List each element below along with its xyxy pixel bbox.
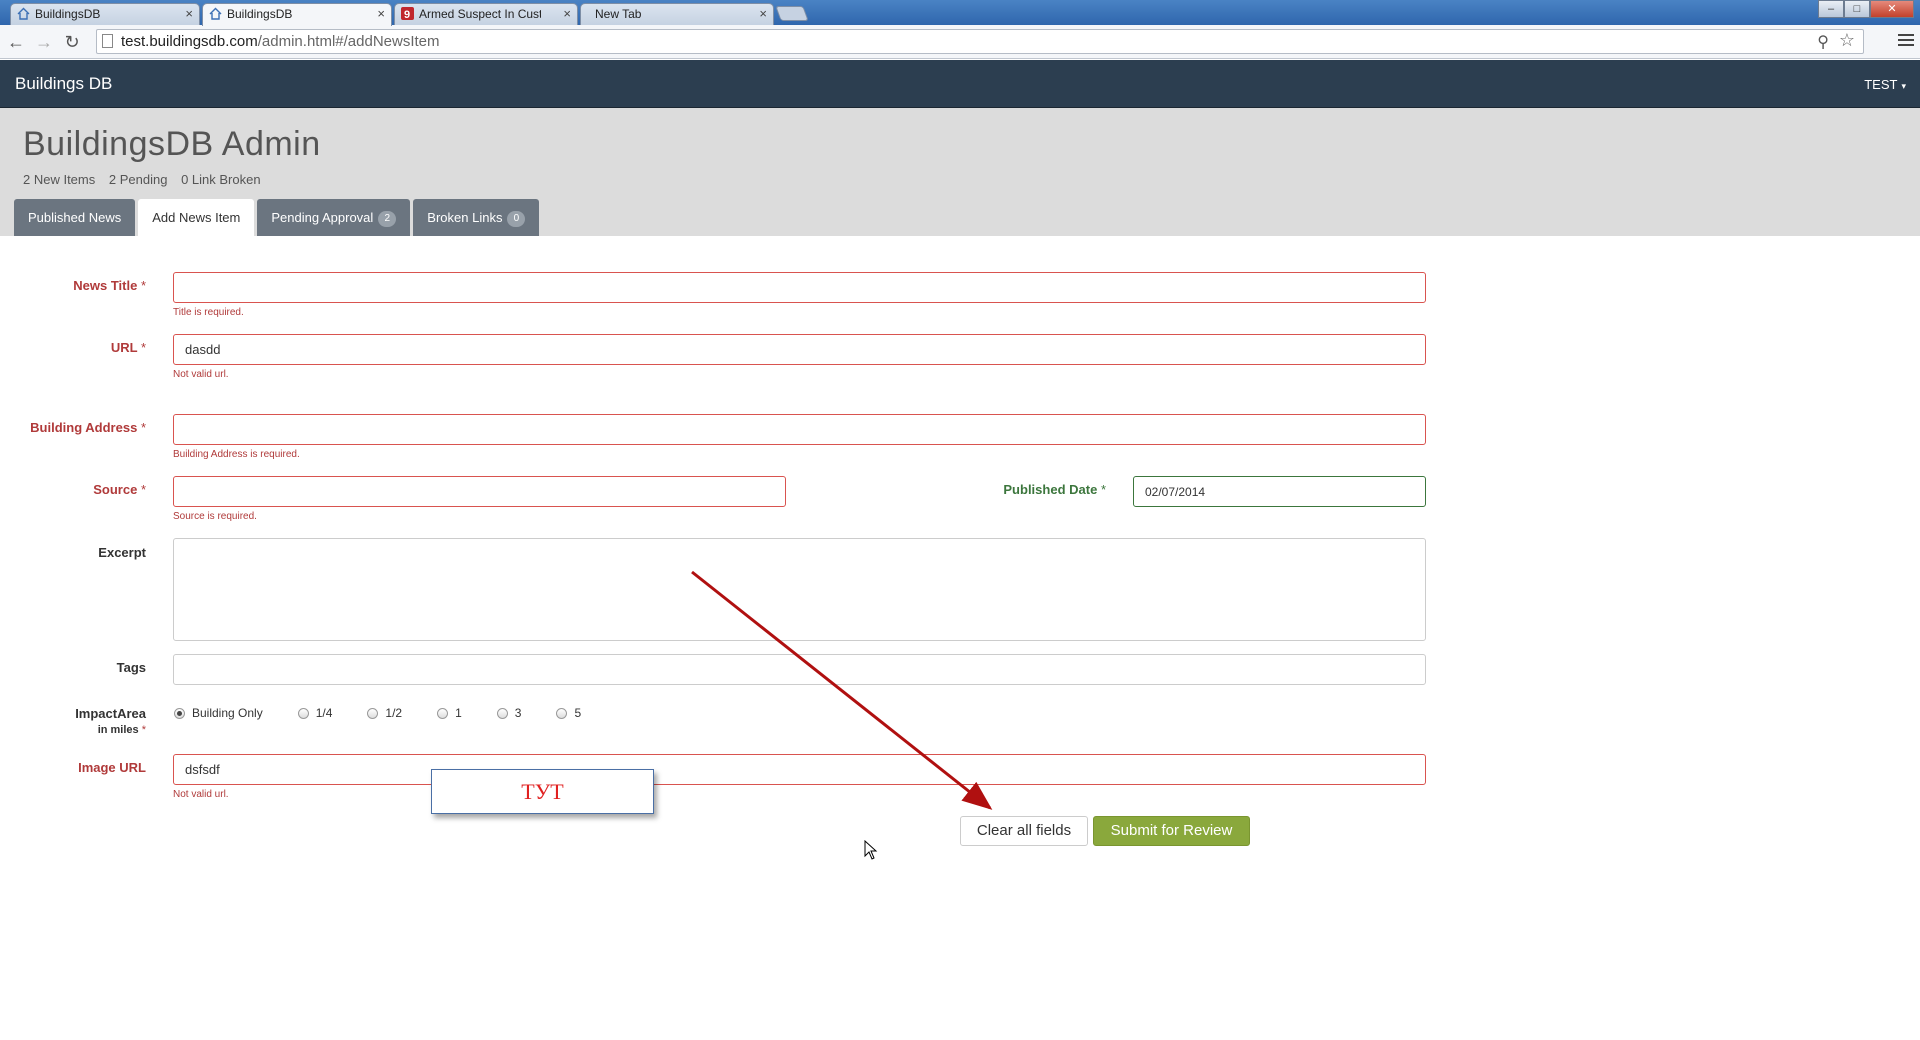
stats-bar: 2 New Items 2 Pending 0 Link Broken [23, 172, 271, 187]
news-title-error: Title is required. [173, 307, 244, 318]
browser-tab-3[interactable]: 9 Armed Suspect In Custody × [394, 3, 578, 25]
building-address-label: Building Address * [30, 420, 146, 435]
page-header: BuildingsDB Admin 2 New Items 2 Pending … [0, 108, 1920, 236]
browser-tab-2[interactable]: BuildingsDB × [202, 3, 392, 26]
reload-icon[interactable]: ↻ [62, 32, 82, 52]
window-controls: – □ ✕ [1818, 0, 1914, 18]
star-icon[interactable]: ☆ [1839, 30, 1855, 51]
radio-one-mile[interactable]: 1 [437, 706, 462, 720]
brand-link[interactable]: Buildings DB [15, 74, 112, 94]
minimize-button[interactable]: – [1818, 0, 1844, 18]
radio-icon [556, 707, 568, 719]
browser-tab-title: Armed Suspect In Custody [419, 7, 541, 21]
new-tab-button[interactable] [775, 6, 809, 21]
close-icon[interactable]: × [185, 4, 193, 24]
submit-for-review-button[interactable]: Submit for Review [1093, 816, 1250, 846]
radio-icon [437, 707, 449, 719]
browser-toolbar: ← → ↻ test.buildingsdb.com/admin.html#/a… [0, 25, 1920, 59]
news-site-icon: 9 [401, 7, 414, 20]
browser-tab-title: BuildingsDB [35, 7, 101, 21]
page-icon [102, 34, 113, 48]
annotation-callout: ТУТ [431, 769, 654, 814]
impact-area-label: ImpactArea in miles * [0, 706, 146, 736]
url-label: URL * [110, 340, 146, 355]
address-bar[interactable]: test.buildingsdb.com/admin.html#/addNews… [96, 29, 1864, 54]
close-icon[interactable]: × [377, 4, 385, 24]
page-title: BuildingsDB Admin [23, 125, 321, 163]
user-menu[interactable]: TEST ▾ [1864, 77, 1906, 92]
search-icon[interactable]: ⚲ [1817, 32, 1829, 52]
caret-down-icon: ▾ [1901, 81, 1906, 91]
url-input[interactable] [173, 334, 1426, 365]
admin-tabs: Published News Add News Item Pending App… [14, 199, 542, 236]
radio-checked-icon [174, 707, 185, 719]
impact-area-sublabel: in miles * [97, 724, 146, 736]
tags-label: Tags [116, 660, 146, 675]
url-host: test.buildingsdb.com [121, 33, 258, 50]
radio-icon [297, 707, 309, 719]
radio-quarter-mile[interactable]: 1/4 [297, 706, 332, 720]
radio-building-only[interactable]: Building Only [174, 706, 263, 720]
source-label: Source * [93, 482, 146, 497]
menu-icon[interactable] [1898, 31, 1914, 49]
clear-all-fields-button[interactable]: Clear all fields [960, 816, 1088, 846]
published-date-label: Published Date * [1003, 482, 1106, 497]
excerpt-label: Excerpt [98, 545, 146, 560]
url-path: /admin.html#/addNewsItem [257, 33, 440, 50]
radio-half-mile[interactable]: 1/2 [367, 706, 402, 720]
stat-link-broken: 0 Link Broken [181, 172, 261, 187]
svg-text:9: 9 [404, 9, 410, 20]
house-icon [209, 7, 222, 20]
excerpt-textarea[interactable] [173, 538, 1426, 641]
building-address-error: Building Address is required. [173, 449, 300, 460]
news-title-label: News Title * [73, 278, 146, 293]
tab-label: Add News Item [152, 210, 241, 225]
tab-label: Published News [28, 210, 122, 225]
url-error: Not valid url. [173, 369, 229, 380]
image-url-label: Image URL [78, 760, 146, 775]
image-url-error: Not valid url. [173, 789, 229, 800]
tags-input[interactable] [173, 654, 1426, 685]
tab-broken-links[interactable]: Broken Links 0 [413, 199, 540, 236]
browser-tab-1[interactable]: BuildingsDB × [10, 3, 200, 25]
radio-icon [367, 707, 379, 719]
published-date-input[interactable] [1133, 476, 1426, 507]
news-title-input[interactable] [173, 272, 1426, 303]
tab-label: Broken Links [427, 210, 503, 225]
user-name: TEST [1864, 77, 1898, 92]
browser-tab-strip: BuildingsDB × BuildingsDB × 9 Armed Susp… [0, 0, 1920, 26]
maximize-button[interactable]: □ [1844, 0, 1870, 18]
close-icon[interactable]: × [759, 4, 767, 24]
stat-new-items: 2 New Items [23, 172, 96, 187]
radio-three-miles[interactable]: 3 [496, 706, 521, 720]
source-error: Source is required. [173, 511, 257, 522]
image-url-input[interactable] [173, 754, 1426, 785]
house-icon [17, 7, 30, 20]
count-badge: 2 [378, 211, 397, 227]
forward-icon[interactable]: → [34, 32, 54, 52]
tab-label: Pending Approval [271, 210, 374, 225]
app-navbar: Buildings DB TEST ▾ [0, 60, 1920, 108]
window-close-button[interactable]: ✕ [1870, 0, 1914, 18]
impact-area-title: ImpactArea [75, 706, 146, 721]
browser-tab-title: BuildingsDB [227, 7, 293, 21]
tab-published-news[interactable]: Published News [14, 199, 136, 236]
browser-tab-4[interactable]: New Tab × [580, 3, 774, 25]
back-icon[interactable]: ← [6, 32, 26, 52]
close-icon[interactable]: × [563, 4, 571, 24]
tab-pending-approval[interactable]: Pending Approval 2 [257, 199, 411, 236]
mouse-cursor-icon [864, 840, 878, 860]
source-input[interactable] [173, 476, 786, 507]
browser-tab-title: New Tab [595, 7, 642, 21]
radio-icon [496, 707, 508, 719]
building-address-input[interactable] [173, 414, 1426, 445]
tab-add-news-item[interactable]: Add News Item [138, 199, 255, 236]
radio-five-miles[interactable]: 5 [556, 706, 581, 720]
count-badge: 0 [507, 211, 526, 227]
url-text: test.buildingsdb.com/admin.html#/addNews… [121, 33, 440, 50]
stat-pending: 2 Pending [108, 172, 168, 187]
impact-area-radio-group: Building Only 1/4 1/2 1 3 5 [174, 706, 616, 720]
